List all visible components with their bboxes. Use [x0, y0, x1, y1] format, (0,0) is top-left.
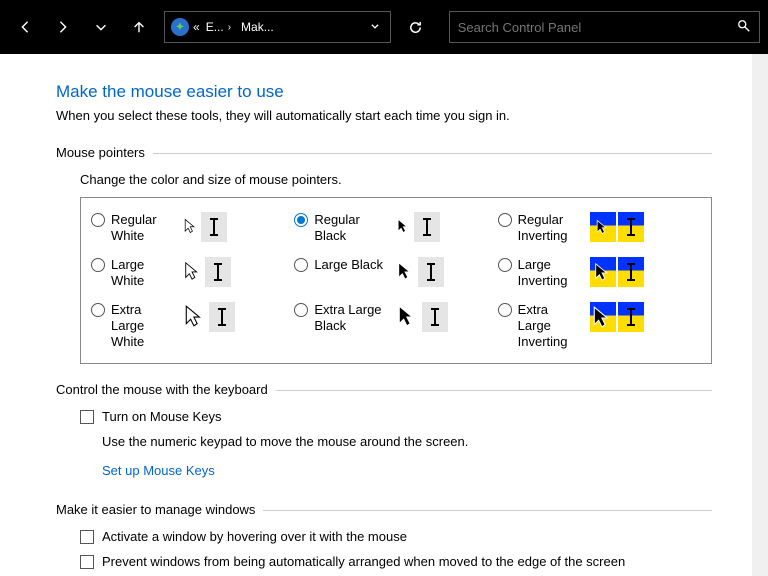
arrow-cursor-icon	[590, 212, 616, 242]
fieldset-manage-windows: Make it easier to manage windows Activat…	[56, 502, 712, 571]
checkbox[interactable]	[80, 410, 94, 424]
arrow-cursor-icon	[396, 218, 412, 237]
fieldset-legend: Mouse pointers	[56, 145, 153, 160]
cursor-preview	[396, 212, 440, 242]
content-area: Make the mouse easier to use When you se…	[0, 54, 768, 576]
radio-label: Extra Large Black	[314, 302, 390, 333]
cursor-preview	[396, 302, 448, 332]
page-title: Make the mouse easier to use	[56, 82, 712, 102]
cursor-preview	[590, 257, 644, 287]
checkbox-label: Turn on Mouse Keys	[102, 409, 221, 426]
radio[interactable]	[498, 303, 512, 317]
forward-button[interactable]	[46, 10, 80, 44]
radio-label: Regular Black	[314, 212, 390, 243]
radio[interactable]	[91, 213, 105, 227]
radio-label: Regular Inverting	[518, 212, 584, 243]
cursor-preview	[183, 212, 227, 242]
arrow-cursor-icon	[396, 304, 420, 331]
arrow-cursor-icon	[183, 261, 203, 284]
toolbar: ✦ « E... › Mak...	[0, 0, 768, 54]
control-panel-icon: ✦	[171, 18, 189, 36]
radio[interactable]	[91, 258, 105, 272]
cursor-preview	[590, 302, 644, 332]
option-regular-white[interactable]: Regular White	[91, 212, 294, 243]
ibeam-cursor-icon	[418, 257, 444, 287]
checkbox[interactable]	[80, 555, 94, 569]
radio-label: Large Inverting	[518, 257, 584, 288]
radio[interactable]	[294, 258, 308, 272]
radio[interactable]	[498, 213, 512, 227]
ibeam-cursor-icon	[414, 212, 440, 242]
search-input[interactable]	[458, 20, 737, 35]
option-regular-inverting[interactable]: Regular Inverting	[498, 212, 701, 243]
search-icon[interactable]	[737, 19, 751, 36]
option-xl-inverting[interactable]: Extra Large Inverting	[498, 302, 701, 349]
up-button[interactable]	[122, 10, 156, 44]
checkbox[interactable]	[80, 530, 94, 544]
radio-label: Extra Large White	[111, 302, 177, 349]
option-regular-black[interactable]: Regular Black	[294, 212, 497, 243]
radio-label: Large Black	[314, 257, 390, 273]
radio[interactable]	[498, 258, 512, 272]
radio-label: Extra Large Inverting	[518, 302, 584, 349]
address-bar[interactable]: ✦ « E... › Mak...	[164, 11, 391, 43]
option-large-white[interactable]: Large White	[91, 257, 294, 288]
radio-label: Regular White	[111, 212, 177, 243]
fieldset-mouse-pointers: Mouse pointers Change the color and size…	[56, 145, 712, 364]
radio[interactable]	[91, 303, 105, 317]
cursor-preview	[396, 257, 444, 287]
checkbox-prevent-snap[interactable]: Prevent windows from being automatically…	[80, 554, 712, 571]
arrow-cursor-icon	[183, 218, 199, 237]
arrow-cursor-icon	[183, 304, 207, 331]
mouse-keys-help: Use the numeric keypad to move the mouse…	[102, 434, 712, 449]
option-large-inverting[interactable]: Large Inverting	[498, 257, 701, 288]
radio[interactable]	[294, 303, 308, 317]
ibeam-cursor-icon	[618, 212, 644, 242]
option-xl-black[interactable]: Extra Large Black	[294, 302, 497, 349]
page-subtitle: When you select these tools, they will a…	[56, 108, 712, 123]
back-chevrons: «	[193, 20, 200, 34]
cursor-preview	[183, 302, 235, 332]
setup-mouse-keys-link[interactable]: Set up Mouse Keys	[102, 463, 712, 478]
cursor-preview	[183, 257, 231, 287]
ibeam-cursor-icon	[422, 302, 448, 332]
breadcrumb-item[interactable]: Mak...	[241, 20, 274, 34]
fieldset-legend: Control the mouse with the keyboard	[56, 382, 276, 397]
ibeam-cursor-icon	[205, 257, 231, 287]
ibeam-cursor-icon	[201, 212, 227, 242]
search-box[interactable]	[449, 11, 760, 43]
checkbox-mouse-keys[interactable]: Turn on Mouse Keys	[80, 409, 712, 426]
checkbox-hover-activate[interactable]: Activate a window by hovering over it wi…	[80, 529, 712, 546]
recent-dropdown[interactable]	[84, 10, 118, 44]
arrow-cursor-icon	[396, 261, 416, 284]
radio[interactable]	[294, 213, 308, 227]
arrow-cursor-icon	[590, 302, 616, 332]
ibeam-cursor-icon	[618, 302, 644, 332]
cursor-preview	[590, 212, 644, 242]
arrow-cursor-icon	[590, 257, 616, 287]
checkbox-label: Prevent windows from being automatically…	[102, 554, 625, 571]
fieldset-legend: Make it easier to manage windows	[56, 502, 263, 517]
ibeam-cursor-icon	[209, 302, 235, 332]
radio-label: Large White	[111, 257, 177, 288]
fieldset-keyboard-mouse: Control the mouse with the keyboard Turn…	[56, 382, 712, 478]
option-xl-white[interactable]: Extra Large White	[91, 302, 294, 349]
option-large-black[interactable]: Large Black	[294, 257, 497, 288]
chevron-down-icon[interactable]	[370, 21, 380, 34]
breadcrumb-item[interactable]: E...	[206, 20, 224, 34]
chevron-right-icon: ›	[228, 22, 231, 33]
pointer-grid: Regular White Regular Black	[80, 197, 712, 364]
refresh-button[interactable]	[399, 10, 433, 44]
ibeam-cursor-icon	[618, 257, 644, 287]
checkbox-label: Activate a window by hovering over it wi…	[102, 529, 407, 546]
pointer-instruction: Change the color and size of mouse point…	[80, 172, 712, 187]
back-button[interactable]	[8, 10, 42, 44]
